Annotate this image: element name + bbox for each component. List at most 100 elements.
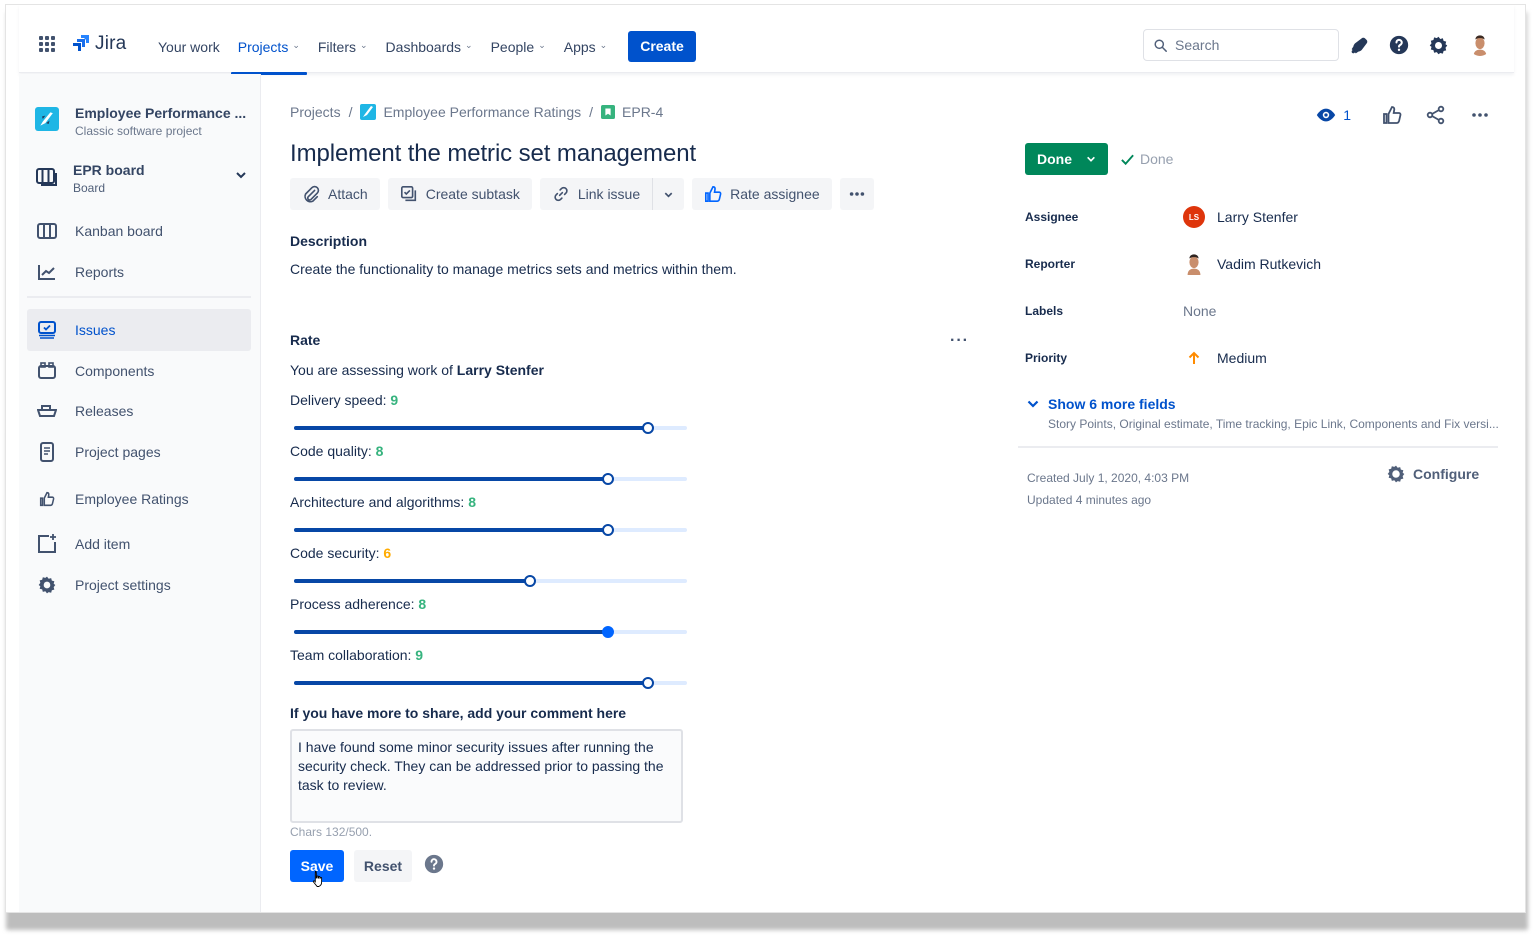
more-icon: [849, 192, 864, 196]
nav-projects[interactable]: Projects ⌄: [229, 33, 309, 75]
sidebar-item-kanban-board[interactable]: Kanban board: [27, 210, 251, 252]
jira-logo[interactable]: Jira: [70, 33, 126, 55]
metric-slider[interactable]: [294, 472, 687, 486]
slider-fill: [294, 579, 530, 583]
issue-title[interactable]: Implement the metric set management: [290, 140, 696, 168]
link-issue-button[interactable]: Link issue: [539, 178, 653, 210]
char-counter: Chars 132/500.: [290, 825, 373, 839]
project-pages-icon: [37, 442, 57, 462]
create-subtask-label: Create subtask: [425, 186, 520, 202]
nav-label: Projects: [237, 38, 289, 55]
create-subtask-button[interactable]: Create subtask: [387, 178, 532, 210]
save-button[interactable]: Save: [290, 850, 344, 882]
breadcrumb-label: Employee Performance Ratings: [383, 104, 582, 120]
notifications-icon[interactable]: [1349, 34, 1371, 56]
assessing-prefix: You are assessing work of: [290, 362, 457, 378]
assignee-value[interactable]: LS Larry Stenfer: [1183, 206, 1298, 228]
chevron-down-icon: ⌄: [465, 40, 473, 50]
rate-more-icon[interactable]: ···: [950, 332, 969, 350]
slider-thumb[interactable]: [523, 575, 536, 587]
description-text[interactable]: Create the functionality to manage metri…: [290, 261, 737, 277]
metric-slider[interactable]: [294, 421, 687, 435]
metric-label: Process adherence: 8: [290, 596, 690, 612]
slider-thumb[interactable]: [641, 422, 654, 434]
project-header[interactable]: Employee Performance ... Classic softwar…: [35, 104, 246, 140]
search-input[interactable]: [1175, 37, 1325, 53]
more-actions-button[interactable]: [1469, 104, 1491, 126]
more-actions-button[interactable]: [839, 178, 874, 210]
help-icon[interactable]: [1388, 34, 1410, 56]
subtask-icon: [400, 185, 416, 202]
watch-button[interactable]: 1: [1315, 104, 1351, 126]
metric-value: 8: [418, 596, 427, 612]
link-issue-dropdown[interactable]: [652, 178, 685, 210]
rating-metric: Process adherence: 8: [290, 596, 690, 638]
metric-value: 6: [383, 545, 392, 561]
sidebar-item-project-settings[interactable]: Project settings: [27, 564, 251, 606]
priority-value[interactable]: Medium: [1183, 350, 1267, 366]
metric-slider[interactable]: [294, 676, 687, 690]
metric-slider[interactable]: [294, 625, 687, 639]
sidebar-item-issues[interactable]: Issues: [27, 309, 251, 351]
app-switcher-icon[interactable]: [39, 36, 55, 52]
show-more-fields-button[interactable]: Show 6 more fields: [1027, 396, 1176, 412]
board-selector[interactable]: EPR board Board: [35, 161, 247, 197]
slider-fill: [294, 426, 648, 430]
field-label: Priority: [1025, 351, 1068, 365]
chevron-down-icon: ⌄: [599, 40, 608, 50]
reporter-value[interactable]: Vadim Rutkevich: [1183, 253, 1321, 275]
reset-button[interactable]: Reset: [354, 850, 412, 882]
breadcrumb-issue-key[interactable]: EPR-4: [601, 104, 663, 120]
slider-thumb[interactable]: [641, 677, 654, 689]
status-dropdown[interactable]: Done: [1025, 143, 1108, 175]
rate-assignee-button[interactable]: Rate assignee: [692, 178, 832, 210]
sidebar-item-label: Reports: [75, 264, 125, 280]
sidebar-item-reports[interactable]: Reports: [27, 251, 251, 293]
issue-details-panel: 1 Done Done Assignee LS Larry Stenfer Re…: [1006, 74, 1501, 574]
comment-textarea[interactable]: [290, 729, 683, 823]
metric-name: Team collaboration:: [290, 647, 412, 663]
assessing-text: You are assessing work of Larry Stenfer: [290, 362, 544, 378]
sidebar-item-employee-ratings[interactable]: Employee Ratings: [27, 478, 251, 520]
metric-value: 8: [468, 494, 476, 510]
slider-thumb[interactable]: [602, 626, 615, 638]
slider-thumb[interactable]: [602, 473, 615, 485]
sidebar-item-project-pages[interactable]: Project pages: [27, 431, 251, 473]
rate-assignee-label: Rate assignee: [730, 186, 820, 202]
nav-filters[interactable]: Filters ⌄: [309, 33, 377, 61]
thumbs-up-icon: [1383, 106, 1402, 124]
settings-icon: [1387, 465, 1405, 483]
metric-slider[interactable]: [294, 523, 687, 537]
nav-apps[interactable]: Apps ⌄: [555, 33, 616, 61]
check-icon: [1121, 154, 1134, 165]
nav-dashboards[interactable]: Dashboards ⌄: [377, 33, 482, 61]
vote-button[interactable]: [1381, 104, 1403, 126]
slider-thumb[interactable]: [602, 524, 615, 536]
field-label: Labels: [1025, 304, 1064, 318]
sidebar-item-releases[interactable]: Releases: [27, 390, 251, 432]
nav-people[interactable]: People ⌄: [482, 33, 555, 61]
help-icon[interactable]: [424, 854, 444, 874]
metric-name: Process adherence:: [290, 596, 415, 612]
share-button[interactable]: [1425, 104, 1447, 126]
search-field[interactable]: [1143, 29, 1339, 61]
chevron-down-icon: [1087, 156, 1095, 162]
labels-value[interactable]: None: [1183, 303, 1216, 319]
nav-your-work[interactable]: Your work: [149, 33, 229, 61]
metric-slider[interactable]: [294, 574, 687, 588]
breadcrumb-projects[interactable]: Projects: [290, 104, 341, 120]
attach-button[interactable]: Attach: [290, 178, 380, 210]
configure-button[interactable]: Configure: [1386, 464, 1479, 484]
sidebar-item-add-item[interactable]: Add item: [27, 523, 251, 565]
sidebar-item-components[interactable]: Components: [27, 350, 251, 392]
search-icon: [1154, 38, 1167, 52]
settings-icon[interactable]: [1427, 34, 1449, 56]
add-item-icon: [37, 534, 57, 554]
link-issue-label: Link issue: [577, 186, 641, 202]
breadcrumb-project[interactable]: Employee Performance Ratings: [360, 104, 581, 120]
create-button[interactable]: Create: [628, 31, 696, 62]
profile-avatar[interactable]: [1469, 34, 1491, 56]
sidebar-item-label: Project pages: [75, 444, 161, 460]
board-title: EPR board: [73, 162, 145, 178]
field-priority: Priority Medium: [1025, 346, 1495, 370]
